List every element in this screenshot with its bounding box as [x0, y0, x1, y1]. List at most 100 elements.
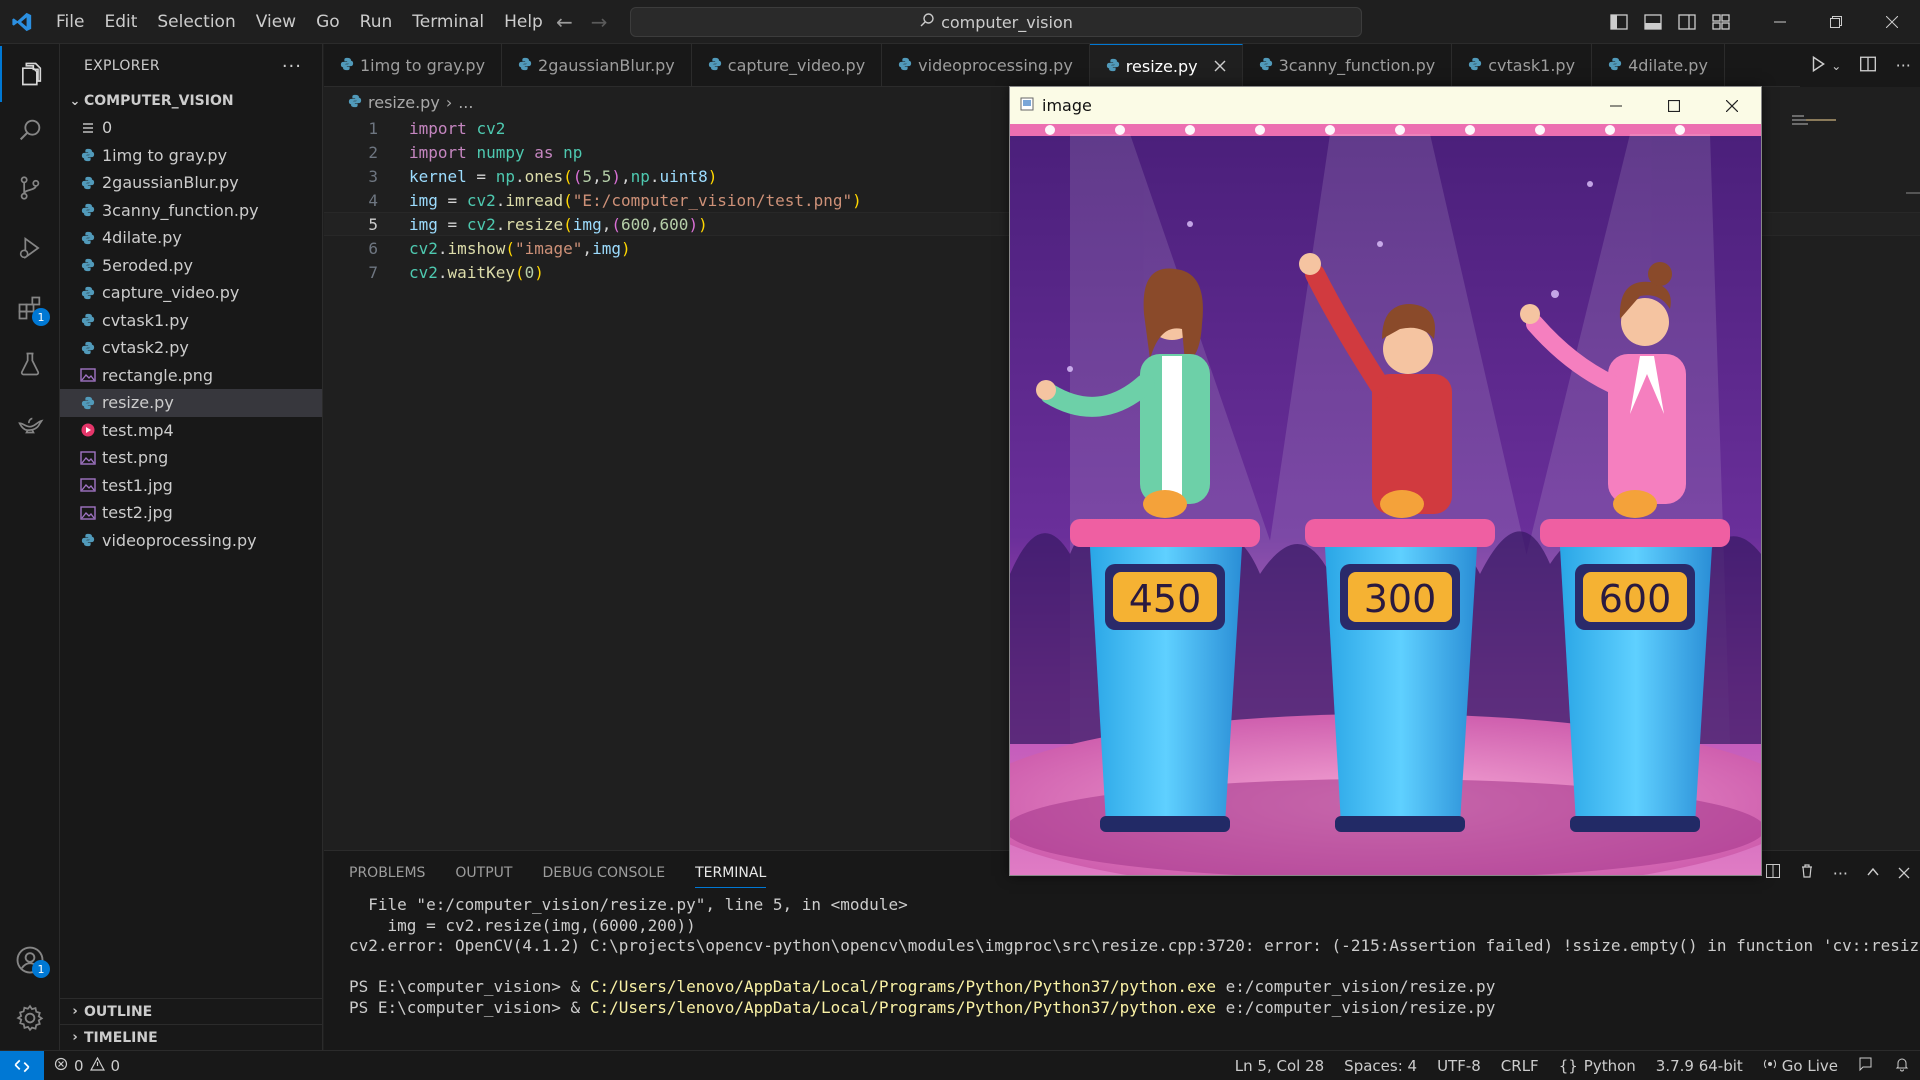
genie-lamp-icon[interactable]: [0, 394, 60, 450]
tab-2gaussianblur-py[interactable]: 2gaussianBlur.py: [502, 44, 692, 87]
file-item[interactable]: rectangle.png: [60, 362, 322, 390]
scrollbar-marker[interactable]: [1906, 192, 1920, 194]
customize-layout-icon[interactable]: [1704, 0, 1738, 44]
tab-3canny-function-py[interactable]: 3canny_function.py: [1243, 44, 1453, 87]
minimize-icon[interactable]: [1587, 87, 1645, 124]
panel-tab-debug-console[interactable]: DEBUG CONSOLE: [542, 865, 665, 881]
run-python-file-icon[interactable]: [1809, 55, 1827, 77]
maximize-icon[interactable]: [1645, 87, 1703, 124]
menu-selection[interactable]: Selection: [147, 0, 245, 44]
toggle-primary-sidebar-icon[interactable]: [1602, 0, 1636, 44]
toggle-secondary-sidebar-icon[interactable]: [1670, 0, 1704, 44]
file-item[interactable]: 1img to gray.py: [60, 142, 322, 170]
image-window-titlebar[interactable]: image: [1010, 87, 1761, 124]
minimize-icon[interactable]: [1752, 0, 1808, 44]
close-panel-icon[interactable]: [1898, 864, 1910, 883]
file-item[interactable]: videoprocessing.py: [60, 527, 322, 555]
testing-icon[interactable]: [0, 336, 60, 392]
tab-resize-py[interactable]: resize.py: [1089, 44, 1243, 87]
minimap[interactable]: [1792, 112, 1842, 126]
terminal-line: img = cv2.resize(img,(6000,200)): [349, 915, 696, 935]
extensions-badge: 1: [32, 308, 50, 326]
menu-view[interactable]: View: [246, 0, 306, 44]
file-item[interactable]: capture_video.py: [60, 279, 322, 307]
file-item[interactable]: resize.py: [60, 389, 322, 417]
tab-1img-to-gray-py[interactable]: 1img to gray.py: [324, 44, 503, 87]
file-name: 2gaussianBlur.py: [102, 173, 239, 193]
close-icon[interactable]: [1703, 87, 1761, 124]
menu-help[interactable]: Help: [494, 0, 553, 44]
file-item[interactable]: test.mp4: [60, 417, 322, 445]
maximize-panel-chevron-up-icon[interactable]: [1866, 864, 1880, 883]
folder-header[interactable]: ⌄ COMPUTER_VISION: [60, 88, 322, 114]
panel-tab-output[interactable]: OUTPUT: [455, 865, 512, 881]
new-terminal-icon[interactable]: [1765, 863, 1781, 883]
python-icon: [78, 173, 98, 193]
status-bar: 0 0 Ln 5, Col 28 Spaces: 4 UTF-8 CRLF {}…: [0, 1050, 1920, 1080]
file-item[interactable]: 2gaussianBlur.py: [60, 169, 322, 197]
opencv-image-window[interactable]: image 450 300 600: [1009, 86, 1762, 876]
file-item[interactable]: test2.jpg: [60, 499, 322, 527]
breadcrumb-symbols[interactable]: ...: [458, 93, 473, 112]
restore-icon[interactable]: [1808, 0, 1864, 44]
file-item[interactable]: cvtask1.py: [60, 307, 322, 335]
language-mode[interactable]: {} Python: [1559, 1057, 1636, 1075]
file-name: test1.jpg: [102, 475, 173, 495]
file-item[interactable]: cvtask2.py: [60, 334, 322, 362]
close-tab-icon[interactable]: [1214, 57, 1226, 76]
back-arrow-icon[interactable]: ←: [556, 10, 573, 34]
search-icon[interactable]: [0, 102, 60, 158]
explorer-icon[interactable]: [0, 46, 60, 102]
terminal-output[interactable]: File "e:/computer_vision/resize.py", lin…: [324, 895, 1920, 1018]
notifications-bell-icon[interactable]: [1894, 1056, 1910, 1076]
close-icon[interactable]: [1864, 0, 1920, 44]
tab-capture-video-py[interactable]: capture_video.py: [692, 44, 883, 87]
python-interpreter[interactable]: 3.7.9 64-bit: [1656, 1057, 1743, 1075]
outline-section[interactable]: › OUTLINE: [60, 998, 323, 1024]
python-icon: [78, 530, 98, 550]
go-live-button[interactable]: Go Live: [1763, 1057, 1838, 1075]
tab-4dilate-py[interactable]: 4dilate.py: [1592, 44, 1725, 87]
file-item[interactable]: 0: [60, 114, 322, 142]
panel-tab-terminal[interactable]: TERMINAL: [695, 865, 767, 888]
settings-gear-icon[interactable]: [0, 990, 60, 1046]
feedback-icon[interactable]: [1858, 1056, 1874, 1076]
file-item[interactable]: 5eroded.py: [60, 252, 322, 280]
source-control-icon[interactable]: [0, 160, 60, 216]
accounts-icon[interactable]: 1: [0, 932, 60, 988]
more-actions-icon[interactable]: ···: [1896, 56, 1911, 75]
bottom-panel: PROBLEMS OUTPUT DEBUG CONSOLE TERMINAL ··· …: [324, 850, 1920, 1050]
run-debug-icon[interactable]: [0, 220, 60, 276]
breadcrumb-file[interactable]: resize.py: [368, 93, 440, 112]
toggle-panel-icon[interactable]: [1636, 0, 1670, 44]
menu-edit[interactable]: Edit: [94, 0, 147, 44]
forward-arrow-icon[interactable]: →: [591, 10, 608, 34]
problems-status[interactable]: 0 0: [44, 1056, 120, 1075]
image-icon: [78, 365, 98, 385]
menu-file[interactable]: File: [46, 0, 94, 44]
extensions-icon[interactable]: 1: [0, 280, 60, 336]
more-actions-icon[interactable]: ···: [1833, 864, 1848, 883]
tab-label: capture_video.py: [727, 56, 866, 75]
tab-cvtask1-py[interactable]: cvtask1.py: [1452, 44, 1593, 87]
run-dropdown-chevron-icon[interactable]: ⌄: [1831, 59, 1841, 73]
trash-icon[interactable]: [1799, 863, 1815, 883]
indentation[interactable]: Spaces: 4: [1344, 1057, 1417, 1075]
menu-terminal[interactable]: Terminal: [402, 0, 494, 44]
panel-tab-problems[interactable]: PROBLEMS: [349, 865, 425, 881]
file-item[interactable]: 3canny_function.py: [60, 197, 322, 225]
file-item[interactable]: test.png: [60, 444, 322, 472]
cursor-position[interactable]: Ln 5, Col 28: [1235, 1057, 1324, 1075]
encoding[interactable]: UTF-8: [1437, 1057, 1481, 1075]
file-item[interactable]: 4dilate.py: [60, 224, 322, 252]
command-center-search[interactable]: computer_vision: [630, 7, 1362, 37]
remote-indicator-icon[interactable]: [0, 1050, 44, 1080]
menu-go[interactable]: Go: [306, 0, 350, 44]
menu-run[interactable]: Run: [350, 0, 403, 44]
tab-videoprocessing-py[interactable]: videoprocessing.py: [882, 44, 1090, 87]
more-actions-icon[interactable]: ···: [282, 56, 302, 77]
end-of-line[interactable]: CRLF: [1501, 1057, 1539, 1075]
timeline-section[interactable]: › TIMELINE: [60, 1024, 323, 1050]
split-editor-icon[interactable]: [1859, 55, 1877, 77]
file-item[interactable]: test1.jpg: [60, 472, 322, 500]
